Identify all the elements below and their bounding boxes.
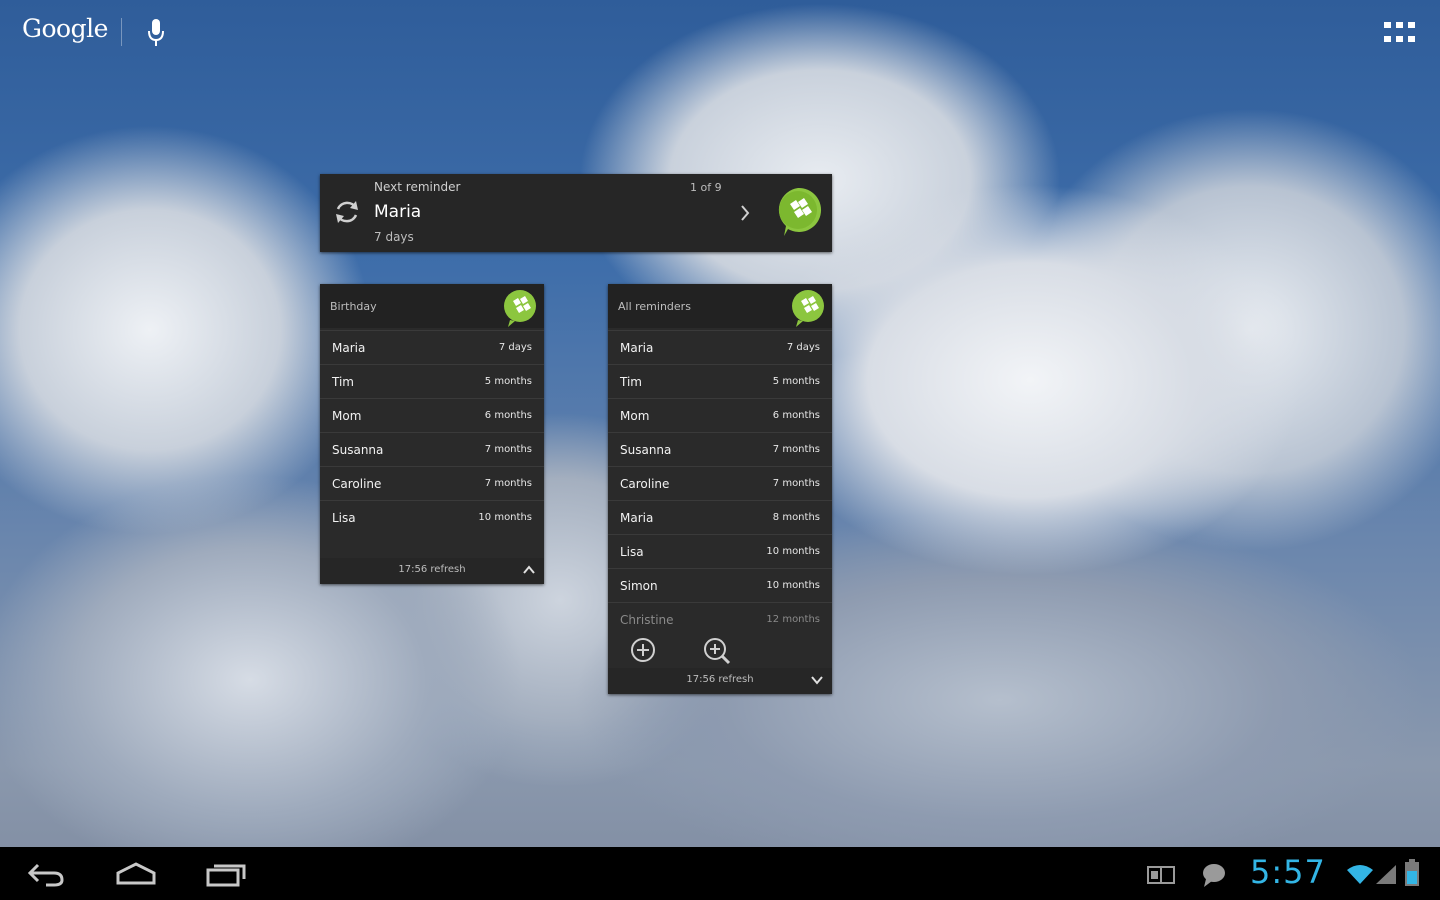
chat-bubble-icon[interactable] bbox=[1200, 861, 1228, 889]
recent-apps-icon[interactable] bbox=[204, 861, 248, 887]
next-reminder-label: Next reminder bbox=[374, 180, 461, 194]
list-item[interactable]: Simon 10 months bbox=[608, 568, 832, 603]
app-logo-icon[interactable] bbox=[790, 288, 826, 328]
list-item[interactable]: Mom 6 months bbox=[608, 398, 832, 433]
contact-name: Tim bbox=[620, 375, 642, 389]
chevron-up-icon[interactable] bbox=[522, 564, 536, 576]
time-remaining: 10 months bbox=[766, 546, 820, 557]
list-item[interactable]: Mom 6 months bbox=[320, 398, 544, 433]
time-remaining: 5 months bbox=[772, 376, 820, 387]
microphone-icon[interactable] bbox=[146, 18, 166, 48]
last-refresh-time[interactable]: 17:56 refresh bbox=[320, 564, 544, 575]
list-item[interactable]: Susanna 7 months bbox=[320, 432, 544, 467]
time-remaining: 7 months bbox=[772, 444, 820, 455]
time-remaining: 6 months bbox=[772, 410, 820, 421]
list-item[interactable]: Maria 7 days bbox=[320, 330, 544, 365]
widget-footer: 17:56 refresh bbox=[320, 558, 544, 584]
time-remaining: 7 months bbox=[772, 478, 820, 489]
next-reminder-name: Maria bbox=[374, 202, 422, 222]
contact-name: Susanna bbox=[332, 443, 384, 457]
contact-name: Maria bbox=[620, 511, 654, 525]
widget-header: Birthday bbox=[320, 284, 544, 328]
app-logo-icon[interactable] bbox=[774, 186, 822, 238]
contact-name: Mom bbox=[332, 409, 362, 423]
list-item[interactable]: Lisa 10 months bbox=[608, 534, 832, 569]
time-remaining: 7 days bbox=[786, 342, 820, 353]
contact-name: Simon bbox=[620, 579, 658, 593]
time-remaining: 8 months bbox=[772, 512, 820, 523]
contact-name: Lisa bbox=[620, 545, 644, 559]
battery-icon bbox=[1405, 859, 1419, 886]
reminder-counter: 1 of 9 bbox=[690, 181, 722, 194]
widget-title: Birthday bbox=[330, 300, 377, 313]
app-logo-icon[interactable] bbox=[502, 288, 538, 328]
time-remaining: 12 months bbox=[766, 614, 820, 625]
list-item[interactable]: Lisa 10 months bbox=[320, 500, 544, 535]
time-remaining: 10 months bbox=[766, 580, 820, 591]
next-reminder-days: 7 days bbox=[374, 230, 414, 244]
time-remaining: 7 months bbox=[484, 444, 532, 455]
top-search-bar: Google bbox=[0, 0, 1440, 64]
list-item[interactable]: Susanna 7 months bbox=[608, 432, 832, 467]
contact-name: Maria bbox=[620, 341, 654, 355]
home-icon[interactable] bbox=[114, 861, 158, 887]
divider bbox=[121, 18, 122, 46]
widget-footer: 17:56 refresh bbox=[608, 668, 832, 694]
back-icon[interactable] bbox=[24, 861, 66, 887]
chevron-right-icon[interactable] bbox=[738, 202, 752, 224]
contact-name: Christine bbox=[620, 613, 674, 627]
contact-name: Mom bbox=[620, 409, 650, 423]
all-reminders-widget: All reminders Maria 7 days Tim 5 months … bbox=[608, 284, 832, 694]
google-search-logo[interactable]: Google bbox=[22, 14, 108, 43]
refresh-icon[interactable] bbox=[332, 197, 362, 227]
time-remaining: 5 months bbox=[484, 376, 532, 387]
list-item[interactable]: Tim 5 months bbox=[608, 364, 832, 399]
contact-name: Caroline bbox=[332, 477, 382, 491]
contact-name: Tim bbox=[332, 375, 354, 389]
search-add-icon[interactable] bbox=[703, 637, 731, 665]
list-item[interactable]: Maria 7 days bbox=[608, 330, 832, 365]
widget-header: All reminders bbox=[608, 284, 832, 328]
list-item[interactable]: Caroline 7 months bbox=[608, 466, 832, 501]
list-item[interactable]: Maria 8 months bbox=[608, 500, 832, 535]
time-remaining: 7 months bbox=[484, 478, 532, 489]
time-remaining: 10 months bbox=[478, 512, 532, 523]
chevron-down-icon[interactable] bbox=[810, 674, 824, 686]
list-item[interactable]: Caroline 7 months bbox=[320, 466, 544, 501]
system-navigation-bar: 5:57 bbox=[0, 847, 1440, 900]
widget-title: All reminders bbox=[618, 300, 691, 313]
list-item[interactable]: Christine 12 months bbox=[608, 602, 832, 637]
wifi-icon bbox=[1347, 865, 1373, 884]
add-circle-icon[interactable] bbox=[630, 637, 656, 663]
status-clock: 5:57 bbox=[1250, 853, 1326, 891]
contact-name: Caroline bbox=[620, 477, 670, 491]
contact-name: Susanna bbox=[620, 443, 672, 457]
list-item[interactable]: Tim 5 months bbox=[320, 364, 544, 399]
last-refresh-time[interactable]: 17:56 refresh bbox=[608, 674, 832, 685]
contact-name: Maria bbox=[332, 341, 366, 355]
signal-icon bbox=[1376, 865, 1396, 884]
contact-name: Lisa bbox=[332, 511, 356, 525]
time-remaining: 6 months bbox=[484, 410, 532, 421]
reader-icon[interactable] bbox=[1146, 865, 1176, 885]
birthday-widget: Birthday Maria 7 days Tim 5 months Mom 6… bbox=[320, 284, 544, 584]
time-remaining: 7 days bbox=[498, 342, 532, 353]
action-bar bbox=[608, 634, 832, 668]
apps-grid-icon[interactable] bbox=[1384, 22, 1416, 44]
